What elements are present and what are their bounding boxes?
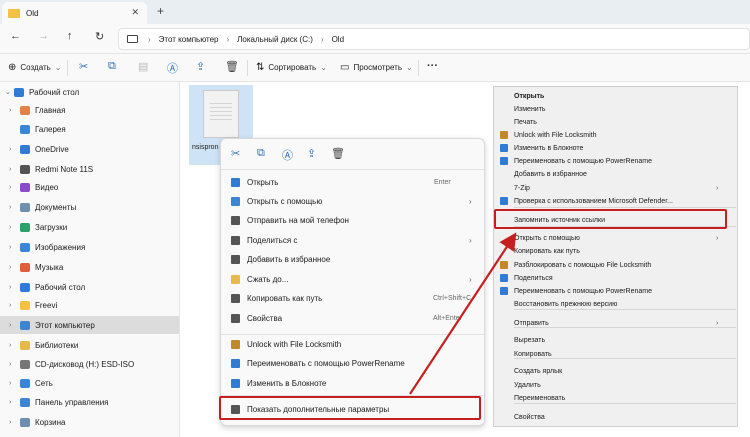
arrow-to-classic-menu xyxy=(409,232,517,395)
annotation-arrows xyxy=(409,232,517,395)
